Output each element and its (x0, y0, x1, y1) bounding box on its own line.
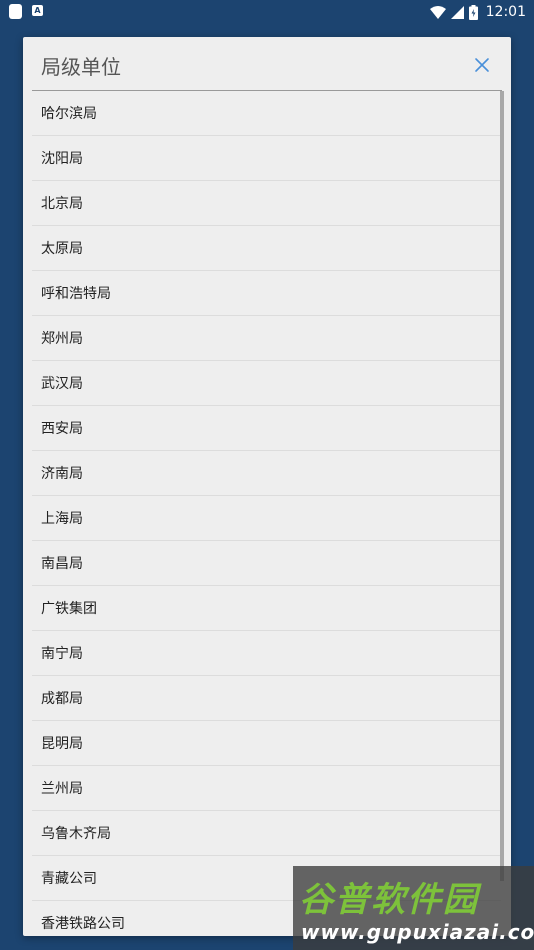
close-icon (475, 58, 489, 72)
list-item[interactable]: 沈阳局 (32, 136, 501, 181)
dialog-title: 局级单位 (41, 55, 121, 79)
watermark-url: www.gupuxiazai.com (301, 920, 534, 944)
list-item[interactable]: 郑州局 (32, 316, 501, 361)
status-icons: 12:01 (429, 0, 526, 24)
wifi-icon (429, 5, 446, 19)
list-item[interactable]: 成都局 (32, 676, 501, 721)
list-item[interactable]: 北京局 (32, 181, 501, 226)
bureau-list: 哈尔滨局 沈阳局 北京局 太原局 呼和浩特局 郑州局 武汉局 西安局 济南局 上海局 南昌局 广铁集团… (32, 91, 501, 936)
close-button[interactable] (473, 56, 491, 74)
dialog-header: 局级单位 (23, 37, 511, 91)
signal-icon (450, 5, 464, 19)
battery-icon (468, 4, 478, 20)
list-item[interactable]: 南昌局 (32, 541, 501, 586)
list-item[interactable]: 哈尔滨局 (32, 91, 501, 136)
status-bar: A 12:01 (0, 0, 534, 24)
list-item[interactable]: 呼和浩特局 (32, 271, 501, 316)
bureau-list-container[interactable]: 哈尔滨局 沈阳局 北京局 太原局 呼和浩特局 郑州局 武汉局 西安局 济南局 上海局 南昌局 广铁集团… (32, 91, 505, 936)
list-item[interactable]: 济南局 (32, 451, 501, 496)
list-item[interactable]: 上海局 (32, 496, 501, 541)
app-square-icon (9, 4, 22, 19)
list-item[interactable]: 广铁集团 (32, 586, 501, 631)
notification-a-icon: A (32, 5, 43, 16)
clock: 12:01 (485, 4, 526, 20)
list-item[interactable]: 武汉局 (32, 361, 501, 406)
list-item[interactable]: 昆明局 (32, 721, 501, 766)
scrollbar[interactable] (500, 91, 504, 881)
list-item[interactable]: 乌鲁木齐局 (32, 811, 501, 856)
region-dialog: 局级单位 哈尔滨局 沈阳局 北京局 太原局 呼和浩特局 郑州局 武汉局 西安局 济南局 上海局 南昌… (23, 37, 511, 936)
list-item[interactable]: 太原局 (32, 226, 501, 271)
watermark-logo: 谷普软件园 www.gupuxiazai.com (293, 866, 534, 950)
list-item[interactable]: 南宁局 (32, 631, 501, 676)
watermark-text: 谷普软件园 (299, 880, 479, 920)
list-item[interactable]: 西安局 (32, 406, 501, 451)
list-item[interactable]: 兰州局 (32, 766, 501, 811)
